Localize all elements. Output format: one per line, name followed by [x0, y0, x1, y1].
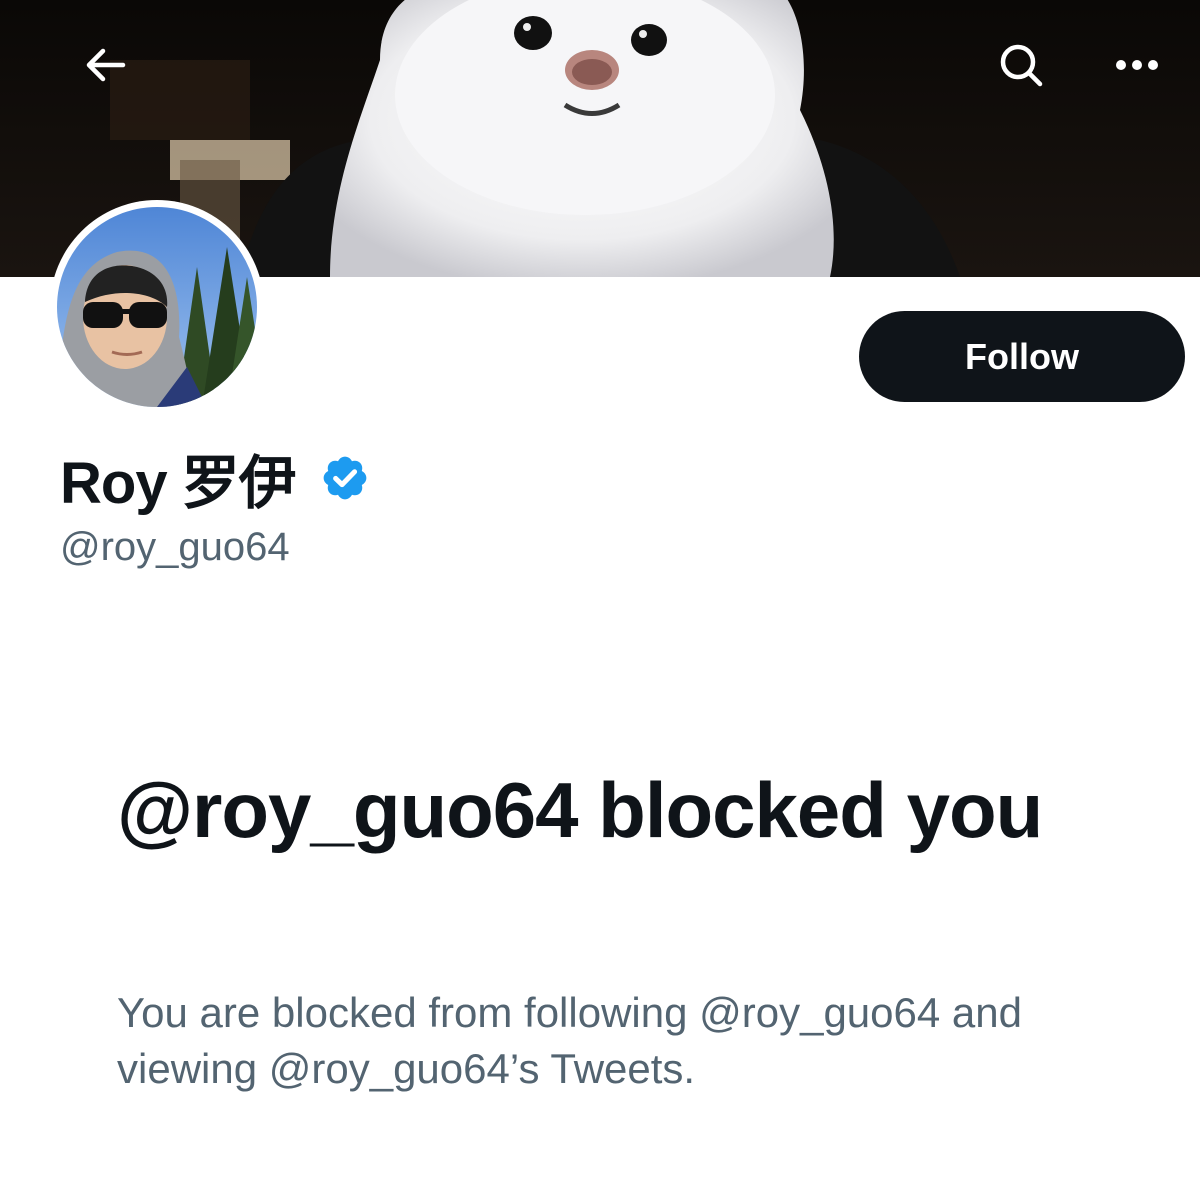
more-options-button[interactable] [1092, 20, 1182, 110]
search-button[interactable] [976, 20, 1066, 110]
follow-button[interactable]: Follow [859, 311, 1185, 402]
avatar[interactable] [50, 200, 264, 414]
more-horizontal-icon [1116, 60, 1158, 70]
back-arrow-icon [86, 48, 126, 82]
profile-name-row: Roy 罗伊 [60, 440, 370, 516]
blocked-title: @roy_guo64 blocked you [117, 766, 1043, 854]
verified-badge-icon[interactable] [320, 453, 370, 503]
avatar-photo [57, 207, 257, 407]
profile-page: Follow Roy 罗伊 @roy_guo64 @roy_guo64 bloc… [0, 0, 1200, 1189]
profile-handle: @roy_guo64 [60, 525, 290, 569]
back-button[interactable] [60, 20, 150, 110]
display-name: Roy 罗伊 [60, 451, 297, 516]
search-icon [1000, 44, 1043, 87]
blocked-description: You are blocked from following @roy_guo6… [117, 989, 1022, 1092]
